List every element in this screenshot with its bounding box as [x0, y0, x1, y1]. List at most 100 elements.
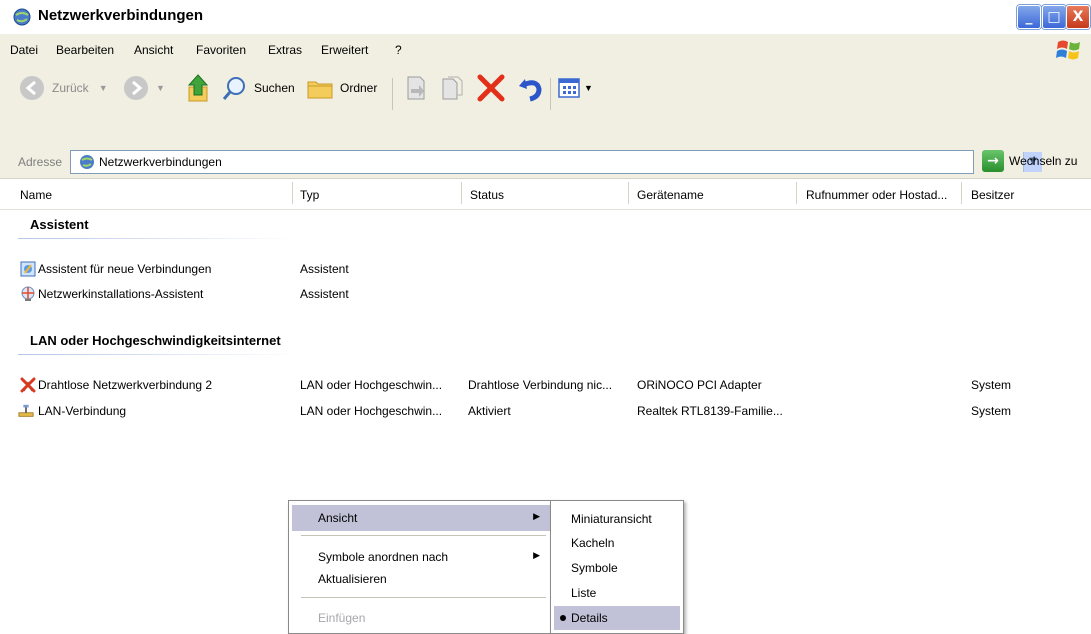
context-item-refresh[interactable]: Aktualisieren [292, 566, 550, 592]
list-item[interactable]: Netzwerkinstallations-Assistent Assisten… [0, 286, 1091, 306]
item-device: Realtek RTL8139-Familie... [637, 404, 783, 418]
context-item-label: Symbole anordnen nach [318, 550, 449, 564]
views-dropdown-icon[interactable]: ▼ [584, 83, 593, 93]
context-item-label: Aktualisieren [318, 572, 387, 586]
forward-dropdown-icon[interactable]: ▼ [156, 83, 165, 93]
undo-icon [519, 79, 542, 102]
back-dropdown-icon[interactable]: ▼ [99, 83, 108, 93]
search-icon [222, 77, 245, 100]
minimize-button[interactable]: _ [1017, 5, 1041, 29]
up-folder-button[interactable] [185, 68, 211, 108]
folders-icon [307, 81, 333, 99]
group-divider [18, 354, 298, 355]
view-option-icons[interactable]: Symbole [554, 556, 680, 580]
new-connection-wizard-icon [20, 261, 36, 277]
search-label: Suchen [254, 81, 295, 95]
column-name[interactable]: Name [20, 188, 52, 202]
menu-datei[interactable]: Datei [10, 43, 38, 57]
menu-bearbeiten[interactable]: Bearbeiten [56, 43, 114, 57]
menu-ansicht[interactable]: Ansicht [134, 43, 173, 57]
item-device: ORiNOCO PCI Adapter [637, 378, 762, 392]
view-option-details[interactable]: Details [554, 606, 680, 630]
menu-bar: Datei Bearbeiten Ansicht Favoriten Extra… [0, 34, 1091, 67]
view-option-label: Details [571, 611, 608, 625]
undo-button[interactable] [515, 68, 545, 108]
menu-favoriten[interactable]: Favoriten [196, 43, 246, 57]
address-label: Adresse [18, 155, 63, 169]
address-input[interactable]: Netzwerkverbindungen ▼ [70, 150, 1042, 174]
menu-help[interactable]: ? [395, 43, 402, 57]
maximize-button[interactable]: □ [1042, 5, 1066, 29]
context-item-ansicht[interactable]: Ansicht ▶ [292, 505, 550, 531]
column-divider[interactable] [628, 182, 629, 204]
column-status[interactable]: Status [470, 188, 504, 202]
item-type: LAN oder Hochgeschwin... [300, 378, 443, 392]
windows-logo-icon [1056, 40, 1080, 60]
column-type[interactable]: Typ [300, 188, 319, 202]
menu-separator [301, 535, 546, 536]
column-device[interactable]: Gerätename [637, 188, 704, 202]
column-divider[interactable] [961, 182, 962, 204]
column-divider[interactable] [796, 182, 797, 204]
view-option-tiles[interactable]: Kacheln [554, 531, 680, 555]
go-label: Wechseln zu [1009, 154, 1078, 168]
view-option-thumbnails[interactable]: Miniaturansicht [554, 507, 680, 531]
menu-extras[interactable]: Extras [268, 43, 302, 57]
views-button[interactable]: ▼ [558, 68, 593, 108]
group-heading: LAN oder Hochgeschwindigkeitsinternet [30, 333, 281, 348]
context-item-label: Ansicht [318, 511, 358, 525]
toolbar: Zurück ▼ ▼ Suchen Ordner ▼ [0, 66, 1091, 147]
context-menu: Ansicht ▶ Symbole anordnen nach ▶ Aktual… [288, 500, 556, 634]
item-owner: System [971, 378, 1012, 392]
list-item[interactable]: LAN-Verbindung LAN oder Hochgeschwin... … [0, 403, 1091, 423]
delete-button[interactable] [476, 68, 506, 108]
move-to-button[interactable] [404, 68, 428, 108]
search-button[interactable]: Suchen [222, 68, 295, 108]
menu-erweitert[interactable]: Erweitert [321, 43, 368, 57]
view-option-label: Liste [571, 586, 597, 600]
lan-connection-icon [18, 404, 34, 417]
forward-button[interactable]: ▼ [122, 68, 165, 108]
copy-to-button[interactable] [440, 68, 464, 108]
list-item[interactable]: Assistent für neue Verbindungen Assisten… [0, 261, 1091, 281]
item-name: LAN-Verbindung [38, 404, 127, 418]
item-name: Drahtlose Netzwerkverbindung 2 [38, 378, 213, 392]
back-label: Zurück [52, 81, 89, 95]
view-option-label: Symbole [571, 561, 618, 575]
group-heading: Assistent [30, 217, 89, 232]
view-submenu: Miniaturansicht Kacheln Symbole Liste De… [550, 500, 684, 634]
group-divider [18, 238, 298, 239]
item-type: Assistent [300, 287, 349, 301]
item-status: Drahtlose Verbindung nic... [468, 378, 613, 392]
list-item[interactable]: Drahtlose Netzwerkverbindung 2 LAN oder … [0, 377, 1091, 397]
column-phone[interactable]: Rufnummer oder Hostad... [806, 188, 947, 202]
go-button[interactable]: → Wechseln zu [982, 150, 1077, 172]
column-divider[interactable] [292, 182, 293, 204]
selected-radio-icon [560, 615, 566, 621]
back-button[interactable]: Zurück ▼ [18, 68, 108, 108]
item-name: Assistent für neue Verbindungen [38, 262, 212, 276]
network-setup-wizard-icon [21, 286, 35, 301]
submenu-arrow-icon: ▶ [533, 511, 540, 521]
wireless-disconnected-icon [20, 377, 36, 393]
network-connections-icon [80, 155, 94, 169]
folders-label: Ordner [340, 81, 378, 95]
forward-arrow-icon [124, 76, 148, 100]
column-divider[interactable] [461, 182, 462, 204]
item-type: Assistent [300, 262, 349, 276]
copy-to-icon [442, 76, 463, 100]
view-option-list[interactable]: Liste [554, 581, 680, 605]
go-arrow-icon: → [982, 150, 1004, 172]
column-owner[interactable]: Besitzer [971, 188, 1014, 202]
folders-button[interactable]: Ordner [306, 68, 377, 108]
window-title: Netzwerkverbindungen [38, 7, 204, 24]
item-owner: System [971, 404, 1012, 418]
view-option-label: Miniaturansicht [571, 512, 652, 526]
context-item-paste[interactable]: Einfügen [292, 605, 550, 631]
submenu-arrow-icon: ▶ [533, 550, 540, 560]
address-value: Netzwerkverbindungen [99, 155, 222, 169]
item-status: Aktiviert [468, 404, 511, 418]
close-button[interactable]: X [1066, 5, 1090, 29]
title-bar[interactable]: Netzwerkverbindungen _ □ X [0, 0, 1091, 35]
views-icon [558, 78, 580, 98]
